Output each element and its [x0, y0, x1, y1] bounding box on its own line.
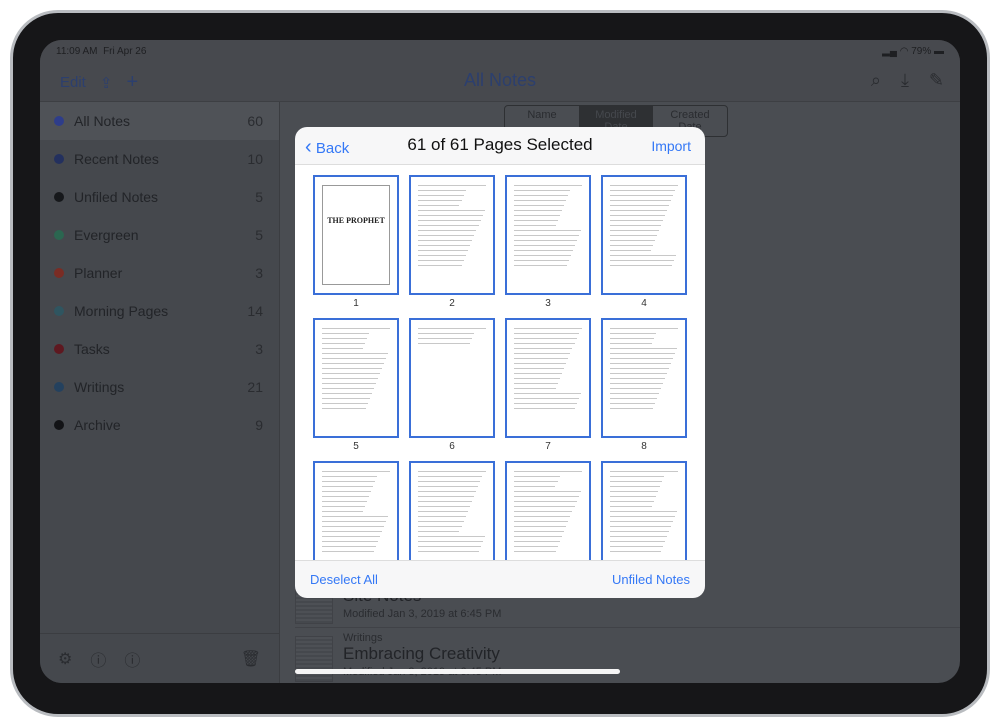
note-item[interactable]: Writings Embracing Creativity Modified J… — [295, 630, 960, 683]
note-category: Writings — [343, 632, 383, 644]
note-title: Embracing Creativity — [343, 644, 500, 663]
folder-color-dot — [54, 192, 64, 202]
sidebar-item-count: 14 — [247, 303, 263, 319]
sidebar-item-label: All Notes — [74, 113, 131, 129]
page-thumbnail[interactable] — [313, 461, 399, 560]
sidebar-item-label: Writings — [74, 379, 125, 395]
home-indicator[interactable] — [295, 669, 620, 674]
import-button[interactable]: Import — [651, 138, 691, 154]
page-thumbnail[interactable] — [505, 461, 591, 560]
wifi-icon: ▂▄ ◠ — [882, 45, 909, 57]
folder-color-dot — [54, 420, 64, 430]
sidebar-item[interactable]: All Notes 60 — [40, 102, 279, 140]
page-title: All Notes — [463, 70, 537, 90]
page-number: 7 — [545, 441, 551, 452]
sidebar-item-label: Tasks — [74, 341, 110, 357]
folder-color-dot — [54, 382, 64, 392]
note-thumbnail — [295, 636, 333, 682]
sidebar-item[interactable]: Morning Pages 14 — [40, 292, 279, 330]
page-grid: THE PROPHET123456789101112 — [295, 165, 705, 560]
deselect-all-button[interactable]: Deselect All — [310, 572, 378, 587]
sidebar-item-label: Archive — [74, 417, 121, 433]
search-icon[interactable]: ⌕ — [871, 70, 881, 91]
sidebar-item[interactable]: Planner 3 — [40, 254, 279, 292]
page-thumbnail[interactable] — [505, 175, 591, 295]
sidebar-item-count: 60 — [247, 113, 263, 129]
page-thumbnail[interactable]: THE PROPHET — [313, 175, 399, 295]
page-thumbnail[interactable] — [601, 461, 687, 560]
page-number: 1 — [353, 298, 359, 309]
sidebar-item-count: 21 — [247, 379, 263, 395]
page-thumbnail[interactable] — [601, 318, 687, 438]
page-number: 5 — [353, 441, 359, 452]
page-number: 2 — [449, 298, 455, 309]
help-icon[interactable]: ⓘ — [90, 647, 106, 671]
trash-icon[interactable]: 🗑 — [241, 649, 261, 669]
folder-color-dot — [54, 306, 64, 316]
page-number: 6 — [449, 441, 455, 452]
page-thumbnail[interactable] — [409, 318, 495, 438]
sidebar-item-label: Recent Notes — [74, 151, 159, 167]
page-number: 4 — [641, 298, 647, 309]
dialog-title: 61 of 61 Pages Selected — [407, 135, 593, 154]
sidebar-item-label: Planner — [74, 265, 123, 281]
page-number: 8 — [641, 441, 647, 452]
import-icon[interactable]: ⤓ — [901, 70, 909, 91]
note-modified: Modified Jan 3, 2019 at 6:45 PM — [343, 608, 502, 620]
battery-percent: 79% — [911, 45, 932, 57]
sidebar-item[interactable]: Writings 21 — [40, 368, 279, 406]
cover-title: THE PROPHET — [322, 185, 390, 285]
nav-bar: Edit ⇪ + All Notes ⌕ ⤓ ✎ — [40, 62, 960, 102]
destination-button[interactable]: Unfiled Notes — [612, 572, 690, 587]
sidebar-item-count: 3 — [255, 265, 263, 281]
import-pages-dialog: ‹ Back 61 of 61 Pages Selected Import TH… — [295, 127, 705, 598]
sidebar-item-label: Unfiled Notes — [74, 189, 159, 205]
sidebar: All Notes 60 Recent Notes 10 Unfiled Notes 5 E… — [40, 102, 280, 683]
compose-icon[interactable]: ✎ — [929, 70, 944, 91]
folder-color-dot — [54, 268, 64, 278]
sidebar-item[interactable]: Tasks 3 — [40, 330, 279, 368]
folder-color-dot — [54, 154, 64, 164]
sidebar-item-count: 3 — [255, 341, 263, 357]
sidebar-item-count: 9 — [255, 417, 263, 433]
settings-icon[interactable]: ⚙ — [58, 649, 72, 669]
folder-color-dot — [54, 230, 64, 240]
page-thumbnail[interactable] — [601, 175, 687, 295]
page-thumbnail[interactable] — [313, 318, 399, 438]
page-thumbnail[interactable] — [409, 461, 495, 560]
battery-icon: ▬ — [934, 45, 944, 57]
status-date: Fri Apr 26 — [103, 45, 147, 57]
sidebar-item-count: 5 — [255, 227, 263, 243]
page-number: 3 — [545, 298, 551, 309]
sidebar-item[interactable]: Recent Notes 10 — [40, 140, 279, 178]
folder-color-dot — [54, 116, 64, 126]
page-thumbnail[interactable] — [409, 175, 495, 295]
sidebar-item-count: 10 — [247, 151, 263, 167]
sidebar-item-label: Morning Pages — [74, 303, 169, 319]
sidebar-item[interactable]: Archive 9 — [40, 406, 279, 444]
sidebar-item[interactable]: Unfiled Notes 5 — [40, 178, 279, 216]
status-bar: 11:09 AM Fri Apr 26 ▂▄ ◠ 79% ▬ — [40, 40, 960, 62]
page-thumbnail[interactable] — [505, 318, 591, 438]
sidebar-item-label: Evergreen — [74, 227, 139, 243]
status-time: 11:09 AM — [56, 45, 98, 57]
info-icon[interactable]: ⓘ — [124, 647, 140, 671]
sidebar-item[interactable]: Evergreen 5 — [40, 216, 279, 254]
sidebar-item-count: 5 — [255, 189, 263, 205]
folder-color-dot — [54, 344, 64, 354]
